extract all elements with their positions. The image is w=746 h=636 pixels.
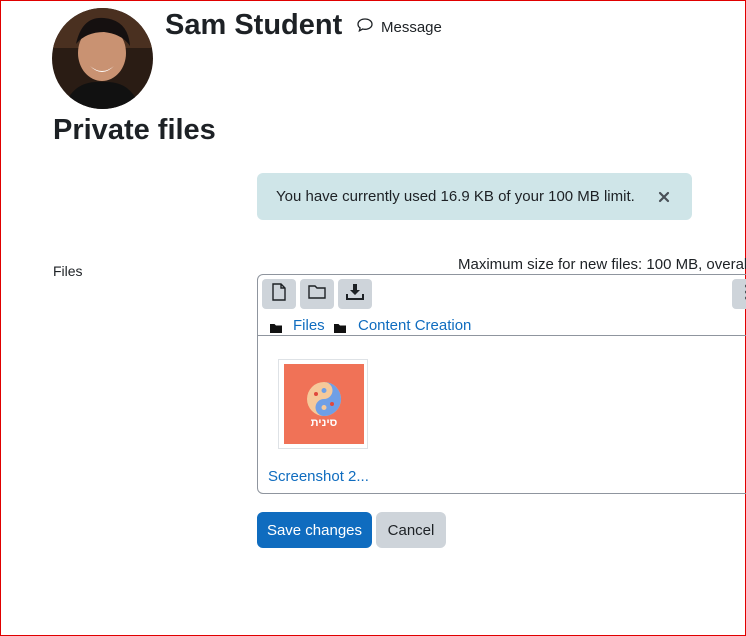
add-file-icon xyxy=(271,282,287,306)
download-icon xyxy=(346,283,364,306)
create-folder-icon xyxy=(308,284,326,305)
file-manager-divider xyxy=(258,335,746,336)
add-file-button[interactable] xyxy=(262,279,296,309)
usage-alert-text: You have currently used 16.9 KB of your … xyxy=(276,188,635,205)
max-size-text: Maximum size for new files: 100 MB, over… xyxy=(458,256,746,273)
speech-bubble-icon xyxy=(357,18,373,36)
save-changes-button[interactable]: Save changes xyxy=(257,512,372,548)
more-options-button[interactable] xyxy=(732,279,746,309)
breadcrumb-content-creation[interactable]: Content Creation xyxy=(358,317,471,334)
file-manager: Files Content Creation סינית Screenshot … xyxy=(257,274,746,494)
yin-yang-icon xyxy=(307,382,341,416)
message-link[interactable]: Message xyxy=(357,18,442,36)
page-title: Private files xyxy=(53,114,216,146)
usage-alert: You have currently used 16.9 KB of your … xyxy=(257,173,692,220)
user-name: Sam Student xyxy=(165,9,343,41)
file-thumbnail-image: סינית xyxy=(284,364,364,444)
close-icon[interactable] xyxy=(656,189,672,205)
download-button[interactable] xyxy=(338,279,372,309)
cancel-button[interactable]: Cancel xyxy=(376,512,446,548)
files-field-label: Files xyxy=(53,263,83,279)
thumbnail-caption: סינית xyxy=(310,417,338,429)
user-avatar xyxy=(52,8,153,109)
file-name-link[interactable]: Screenshot 2... xyxy=(268,468,369,485)
breadcrumb-files[interactable]: Files xyxy=(293,317,325,334)
message-label: Message xyxy=(381,18,442,36)
create-folder-button[interactable] xyxy=(300,279,334,309)
file-thumbnail[interactable]: סינית xyxy=(278,359,368,449)
avatar-photo xyxy=(52,8,153,109)
